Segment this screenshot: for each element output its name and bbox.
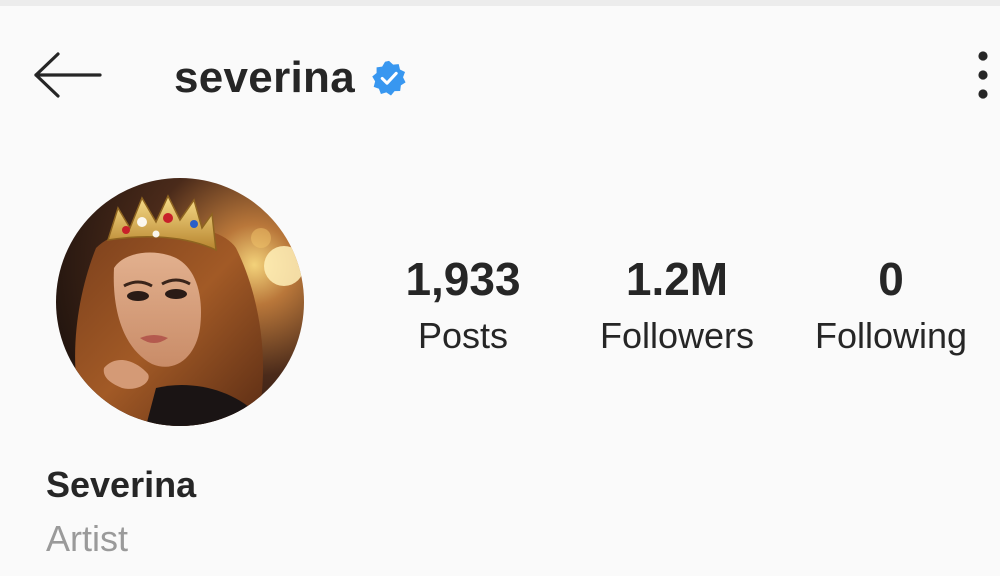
followers-stat[interactable]: 1.2M Followers [586, 252, 768, 358]
more-options-button[interactable] [968, 48, 998, 104]
back-button[interactable] [28, 46, 108, 106]
posts-stat[interactable]: 1,933 Posts [392, 252, 534, 358]
posts-count: 1,933 [405, 253, 521, 305]
posts-label: Posts [417, 315, 509, 356]
followers-label: Followers [599, 315, 755, 356]
verified-badge-icon [372, 60, 406, 96]
bio-text-cutoff [46, 568, 686, 576]
username: severina [174, 53, 355, 102]
following-stat[interactable]: 0 Following [800, 252, 982, 358]
profile-photo [56, 178, 304, 426]
profile-page: severina 1,933 Posts 1.2M Followers 0 Fo… [0, 0, 1000, 576]
more-vertical-icon [978, 51, 988, 99]
avatar[interactable] [56, 178, 304, 426]
status-bar-edge [0, 0, 1000, 6]
followers-count: 1.2M [625, 253, 729, 305]
profile-category: Artist [46, 518, 129, 559]
following-count: 0 [878, 253, 904, 305]
header-title: severina [174, 48, 407, 108]
following-label: Following [814, 315, 968, 356]
arrow-left-icon [34, 52, 102, 98]
display-name: Severina [46, 464, 197, 505]
